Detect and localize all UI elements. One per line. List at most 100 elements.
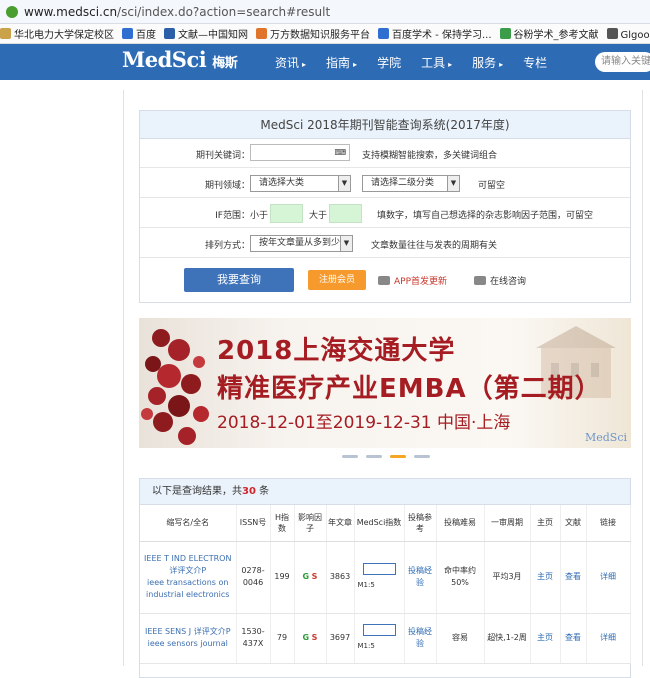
column-header: 链接: [586, 505, 631, 542]
if-greater-label: 大于: [309, 211, 328, 221]
results-count: 30: [242, 486, 256, 497]
column-header: 主页: [530, 505, 561, 542]
literature-link[interactable]: 查看: [560, 613, 587, 664]
score-bar: [362, 624, 396, 636]
keyword-input[interactable]: ⌨: [250, 144, 350, 161]
bookmark-item[interactable]: 谷粉学术_参考文献: [499, 26, 599, 41]
submission-ref-link[interactable]: 投稿经验: [404, 613, 437, 664]
bookmark-item[interactable]: Glgoo 学术搜索: [606, 26, 650, 41]
field-minor-select[interactable]: 请选择二级分类 ▼: [362, 175, 460, 192]
review-cycle-cell: 平均3月: [484, 541, 531, 614]
menu-item[interactable]: 工具 ▸: [421, 54, 452, 71]
carousel-dot[interactable]: [366, 455, 382, 458]
chevron-down-icon: ▼: [338, 176, 350, 191]
column-header: 投稿难易: [436, 505, 485, 542]
menu-item[interactable]: 资讯 ▸: [275, 54, 306, 71]
site-header: MedSci 梅斯 资讯 ▸ 指南 ▸ 学院 工具 ▸ 服务 ▸ 专栏 请输入关键: [0, 44, 650, 80]
site-logo[interactable]: MedSci 梅斯: [122, 47, 238, 72]
journal-name-cell[interactable]: IEEE SENS J 详评文介P ieee sensors journal: [140, 613, 237, 664]
bookmark-item[interactable]: 华北电力大学保定校区: [0, 26, 114, 41]
bookmark-item[interactable]: 万方数据知识服务平台: [256, 26, 370, 41]
articles-cell: 3697: [326, 613, 355, 664]
column-header: 一审周期: [484, 505, 531, 542]
h-index-cell: 79: [270, 613, 295, 664]
field-label: 期刊领域：: [204, 181, 250, 191]
chevron-right-icon: ▸: [448, 59, 453, 69]
keyword-hint: 支持模糊智能搜索，多关键词组合: [362, 151, 498, 161]
impact-factor-cell[interactable]: G S: [294, 613, 327, 664]
medsci-index-cell: M1:5: [354, 541, 405, 614]
issn-cell: 0278-0046: [236, 541, 271, 614]
query-title: MedSci 2018年期刊智能查询系统(2017年度): [140, 111, 630, 139]
bookmark-icon: [256, 28, 267, 39]
sort-label: 排列方式：: [204, 241, 250, 251]
keyword-label: 期刊关键词：: [195, 151, 250, 161]
table-row: IEEE T IND ELECTRON 详评文介P ieee transactio…: [140, 541, 631, 614]
url-host: www.medsci.cn: [24, 4, 118, 19]
carousel-dot[interactable]: [414, 455, 430, 458]
details-link[interactable]: 详细: [586, 613, 631, 664]
keyboard-icon[interactable]: ⌨: [334, 145, 346, 160]
sort-select[interactable]: 按年文章量从多到少 ▼: [250, 235, 353, 252]
bookmark-item[interactable]: 百度学术 - 保持学习...: [378, 26, 492, 41]
menu-item[interactable]: 指南 ▸: [326, 54, 357, 71]
banner-line-3: 2018-12-01至2019-12-31 中国·上海: [217, 413, 511, 433]
homepage-link[interactable]: 主页: [530, 613, 561, 664]
column-header: H指数: [270, 505, 295, 542]
menu-item[interactable]: 服务 ▸: [472, 54, 503, 71]
bookmark-item[interactable]: 文献—中国知网: [164, 26, 248, 41]
site-search-input[interactable]: 请输入关键: [595, 52, 650, 72]
bookmark-icon: [606, 28, 618, 39]
field-major-select[interactable]: 请选择大类 ▼: [250, 175, 351, 192]
main-menu: 资讯 ▸ 指南 ▸ 学院 工具 ▸ 服务 ▸ 专栏: [275, 44, 567, 80]
journal-query-panel: MedSci 2018年期刊智能查询系统(2017年度) 期刊关键词： ⌨ 支持…: [139, 110, 631, 303]
results-panel: 以下是查询结果，共30 条 缩写名/全名 ISSN号 H指数 影响因子 年文章 MedSc…: [139, 478, 631, 678]
if-hint: 填数字，填写自己想选择的杂志影响因子范围，可留空: [377, 211, 594, 221]
carousel-dot[interactable]: [342, 455, 358, 458]
bookmark-icon: [0, 28, 11, 39]
register-button[interactable]: 注册会员: [308, 270, 366, 290]
journal-name-cell[interactable]: IEEE T IND ELECTRON 详评文介P ieee transactio…: [140, 541, 237, 614]
if-less-input[interactable]: [270, 204, 303, 223]
chevron-right-icon: ▸: [499, 59, 504, 69]
address-bar[interactable]: www.medsci.cn/sci/index.do?action=search…: [0, 0, 650, 24]
column-header: 年文章: [326, 505, 355, 542]
field-hint: 可留空: [478, 181, 506, 191]
if-row: IF范围： 小于 大于 填数字，填写自己想选择的杂志影响因子范围，可留空: [140, 199, 630, 228]
submission-ref-link[interactable]: 投稿经验: [404, 541, 437, 614]
column-header: ISSN号: [236, 505, 271, 542]
table-row: IEEE SENS J 详评文介P ieee sensors journal 153…: [140, 613, 631, 664]
impact-factor-cell[interactable]: G S: [294, 541, 327, 614]
chevron-down-icon: ▼: [340, 236, 352, 251]
score-bar: [362, 563, 396, 575]
articles-cell: 3863: [326, 541, 355, 614]
bookmarks-bar: 华北电力大学保定校区 百度 文献—中国知网 万方数据知识服务平台 百度学术 - 保持学习…: [0, 24, 650, 44]
bookmark-icon: [499, 28, 511, 39]
difficulty-cell: 容易: [436, 613, 485, 664]
column-header: 文献: [560, 505, 587, 542]
column-header: MedSci指数: [354, 505, 405, 542]
if-greater-input[interactable]: [329, 204, 362, 223]
results-table: 缩写名/全名 ISSN号 H指数 影响因子 年文章 MedSci指数 投稿参考 投稿难易 一审周…: [140, 505, 631, 664]
url-path: /sci/index.do?action=search#result: [117, 4, 331, 19]
homepage-link[interactable]: 主页: [530, 541, 561, 614]
chevron-right-icon: ▸: [353, 59, 358, 69]
online-consult-link[interactable]: 在线咨询: [474, 274, 526, 287]
bookmark-item[interactable]: 百度: [122, 26, 156, 41]
search-button[interactable]: 我要查询: [184, 268, 294, 292]
details-link[interactable]: 详细: [586, 541, 631, 614]
bookmark-icon: [164, 28, 175, 39]
carousel-dot-active[interactable]: [390, 455, 406, 458]
menu-item[interactable]: 学院: [377, 54, 401, 71]
column-header: 投稿参考: [404, 505, 437, 542]
column-header: 缩写名/全名: [140, 505, 237, 542]
literature-link[interactable]: 查看: [560, 541, 587, 614]
h-index-cell: 199: [270, 541, 295, 614]
app-update-link[interactable]: APP首发更新: [378, 274, 447, 287]
monitor-icon: [474, 276, 486, 285]
menu-item[interactable]: 专栏: [523, 54, 547, 71]
secure-icon: [6, 5, 18, 18]
promo-banner[interactable]: 2018上海交通大学 精准医疗产业EMBA（第二期） 2018-12-01至20…: [139, 318, 631, 448]
carousel-dots: [342, 455, 438, 458]
column-header: 影响因子: [294, 505, 327, 542]
